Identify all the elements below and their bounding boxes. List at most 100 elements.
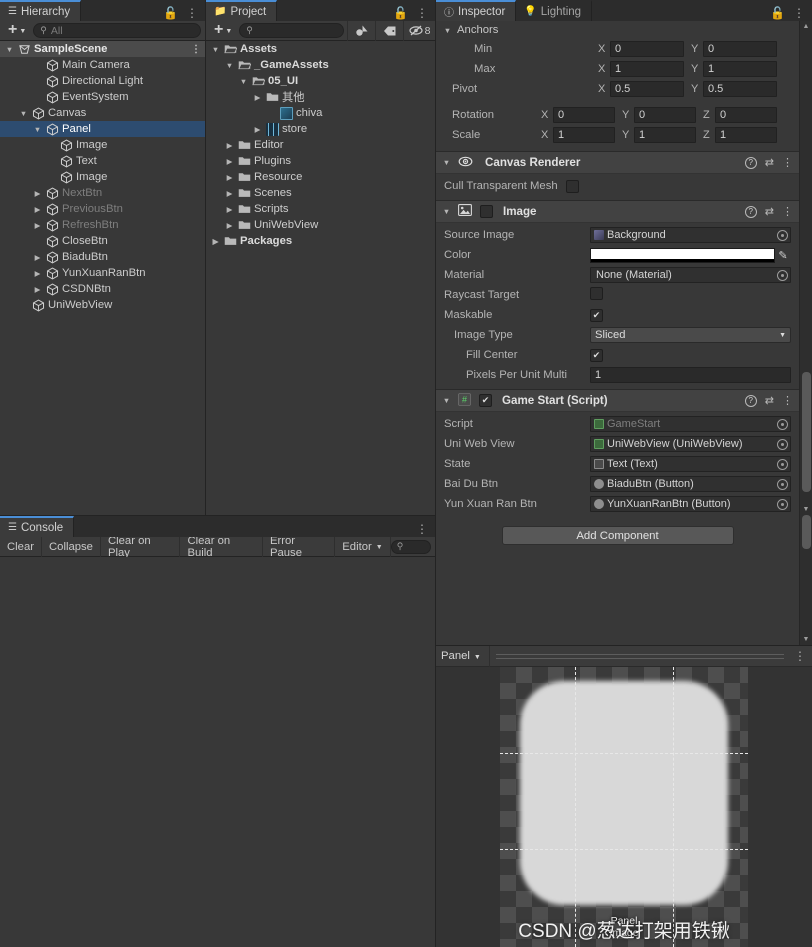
hierarchy-item-nextbtn[interactable]: NextBtn <box>0 185 205 201</box>
pixels-per-unit-input[interactable]: 1 <box>590 367 791 383</box>
chevron-down-icon[interactable] <box>18 109 29 118</box>
scrollbar-thumb[interactable] <box>801 515 811 549</box>
console-search-input[interactable]: ⚲ <box>390 539 431 554</box>
pivot-x-input[interactable]: 0.5 <box>610 81 684 97</box>
scene-context-menu-icon[interactable]: ⋮ <box>191 44 201 55</box>
rotation-z-input[interactable]: 0 <box>715 107 777 123</box>
scale-y-input[interactable]: 1 <box>634 127 696 143</box>
chevron-right-icon[interactable] <box>32 253 43 262</box>
help-icon[interactable]: ? <box>744 205 757 218</box>
object-picker-icon[interactable] <box>777 269 788 281</box>
lock-icon[interactable]: 🔓 <box>770 7 785 19</box>
preview-drag-handle[interactable] <box>495 646 784 667</box>
project-search-input[interactable]: ⚲ <box>239 23 344 38</box>
kebab-menu-icon[interactable]: ⋮ <box>782 205 793 218</box>
chevron-right-icon[interactable] <box>224 173 235 182</box>
chevron-right-icon[interactable] <box>252 93 263 102</box>
chevron-down-icon[interactable] <box>441 396 452 405</box>
project-item-05_ui[interactable]: 05_UI <box>206 73 435 89</box>
chevron-down-icon[interactable] <box>210 45 221 54</box>
console-editor-dropdown[interactable]: Editor ▼ <box>335 536 391 557</box>
preview-canvas[interactable]: Panel Image CSDN @葱达打架用铁锹 <box>436 667 812 947</box>
chevron-right-icon[interactable] <box>32 205 43 214</box>
image-header[interactable]: Image ? ⇄ ⋮ <box>436 201 799 223</box>
anchors-min-y-input[interactable]: 0 <box>703 41 777 57</box>
game-start-objectfield[interactable]: Text (Text) <box>590 456 791 472</box>
scrollbar-track[interactable] <box>800 515 812 634</box>
scroll-down-icon[interactable]: ▼ <box>803 504 810 515</box>
hierarchy-item-previousbtn[interactable]: PreviousBtn <box>0 201 205 217</box>
game-start-objectfield[interactable]: UniWebView (UniWebView) <box>590 436 791 452</box>
hierarchy-item-samplescene[interactable]: SampleScene ⋮ <box>0 41 205 57</box>
image-enabled-checkbox[interactable] <box>480 205 493 218</box>
fill-center-checkbox[interactable] <box>590 348 603 362</box>
hierarchy-item-image[interactable]: Image <box>0 169 205 185</box>
add-component-button[interactable]: Add Component <box>501 526 734 545</box>
console-button-clear-on-play[interactable]: Clear on Play <box>101 535 181 559</box>
project-item-store[interactable]: store <box>206 121 435 137</box>
add-gameobject-button[interactable]: + ▼ <box>4 21 30 37</box>
pivot-y-input[interactable]: 0.5 <box>703 81 777 97</box>
chevron-right-icon[interactable] <box>32 221 43 230</box>
object-picker-icon[interactable] <box>777 478 788 490</box>
project-item-packages[interactable]: Packages <box>206 233 435 249</box>
chevron-right-icon[interactable] <box>210 237 221 246</box>
source-image-objectfield[interactable]: Background <box>590 227 791 243</box>
console-button-clear-on-build[interactable]: Clear on Build <box>180 535 263 559</box>
anchors-max-y-input[interactable]: 1 <box>703 61 777 77</box>
hierarchy-item-main-camera[interactable]: Main Camera <box>0 57 205 73</box>
maskable-checkbox[interactable] <box>590 308 603 322</box>
project-item-assets[interactable]: Assets <box>206 41 435 57</box>
tab-inspector[interactable]: ⓘ Inspector <box>436 0 517 21</box>
hierarchy-item-text[interactable]: Text <box>0 153 205 169</box>
hierarchy-tree[interactable]: SampleScene ⋮ Main Camera Directional Light… <box>0 41 205 515</box>
anchors-max-x-input[interactable]: 1 <box>610 61 684 77</box>
kebab-menu-icon[interactable]: ⋮ <box>782 394 793 407</box>
hierarchy-item-panel[interactable]: Panel <box>0 121 205 137</box>
chevron-right-icon[interactable] <box>224 205 235 214</box>
chevron-right-icon[interactable] <box>32 189 43 198</box>
save-search-icon[interactable] <box>347 20 375 41</box>
console-button-error-pause[interactable]: Error Pause <box>263 535 336 559</box>
project-item-uniwebview[interactable]: UniWebView <box>206 217 435 233</box>
tab-project[interactable]: 📁 Project <box>206 0 278 21</box>
scale-x-input[interactable]: 1 <box>553 127 615 143</box>
chevron-right-icon[interactable] <box>32 285 43 294</box>
chevron-right-icon[interactable] <box>252 125 263 134</box>
label-icon[interactable] <box>375 20 403 41</box>
color-swatch[interactable] <box>590 247 775 263</box>
kebab-menu-icon[interactable]: ⋮ <box>782 156 793 169</box>
rotation-x-input[interactable]: 0 <box>553 107 615 123</box>
hierarchy-item-yunxuanranbtn[interactable]: YunXuanRanBtn <box>0 265 205 281</box>
image-type-dropdown[interactable]: Sliced ▼ <box>590 327 791 343</box>
game-start-objectfield[interactable]: YunXuanRanBtn (Button) <box>590 496 791 512</box>
tab-console[interactable]: ☰ Console <box>0 516 75 537</box>
kebab-menu-icon[interactable]: ⋮ <box>790 650 806 662</box>
cull-transparent-mesh-checkbox[interactable] <box>565 179 579 193</box>
project-item-其他[interactable]: 其他 <box>206 89 435 105</box>
object-picker-icon[interactable] <box>777 418 788 430</box>
tab-lighting[interactable]: 💡 Lighting <box>516 0 593 21</box>
chevron-right-icon[interactable] <box>224 221 235 230</box>
project-item-scripts[interactable]: Scripts <box>206 201 435 217</box>
chevron-right-icon[interactable] <box>224 189 235 198</box>
scroll-up-icon[interactable]: ▲ <box>803 21 810 32</box>
preset-icon[interactable]: ⇄ <box>765 156 774 169</box>
hierarchy-item-canvas[interactable]: Canvas <box>0 105 205 121</box>
help-icon[interactable]: ? <box>744 156 757 169</box>
chevron-right-icon[interactable] <box>224 141 235 150</box>
object-picker-icon[interactable] <box>777 498 788 510</box>
project-item-resource[interactable]: Resource <box>206 169 435 185</box>
hierarchy-item-directional-light[interactable]: Directional Light <box>0 73 205 89</box>
tab-hierarchy[interactable]: ☰ Hierarchy <box>0 0 82 21</box>
hierarchy-item-csdnbtn[interactable]: CSDNBtn <box>0 281 205 297</box>
inspector-scrollbar[interactable]: ▲ ▼ <box>799 21 812 515</box>
game-start-enabled-checkbox[interactable] <box>479 394 492 407</box>
create-asset-button[interactable]: + ▼ <box>210 21 236 37</box>
project-item-plugins[interactable]: Plugins <box>206 153 435 169</box>
project-item-scenes[interactable]: Scenes <box>206 185 435 201</box>
chevron-down-icon[interactable] <box>224 61 235 70</box>
object-picker-icon[interactable] <box>777 438 788 450</box>
kebab-menu-icon[interactable]: ⋮ <box>186 7 198 19</box>
eyedropper-icon[interactable]: ✎ <box>775 249 791 262</box>
